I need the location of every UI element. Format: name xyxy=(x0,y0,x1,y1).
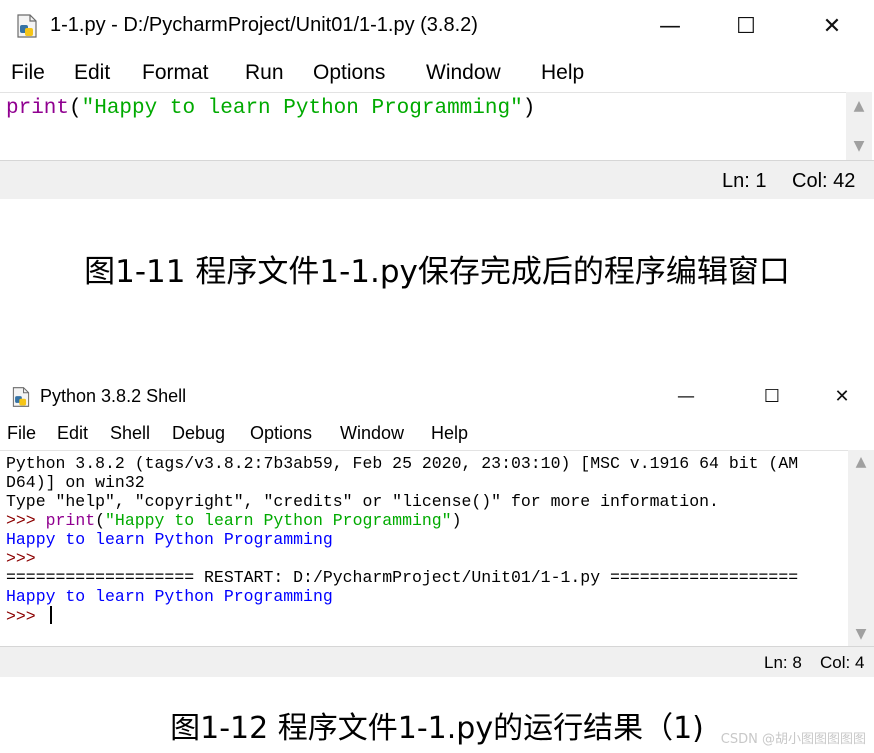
code-string: "Happy to learn Python Programming" xyxy=(105,511,452,530)
menu-file[interactable]: File xyxy=(11,61,45,85)
code-editor[interactable]: print("Happy to learn Python Programming… xyxy=(0,92,846,161)
menu-options[interactable]: Options xyxy=(313,61,385,85)
menu-file[interactable]: File xyxy=(7,423,36,444)
menu-edit[interactable]: Edit xyxy=(74,61,110,85)
command-line: >>> print("Happy to learn Python Program… xyxy=(6,511,462,530)
scroll-up-icon[interactable]: ▲ xyxy=(846,98,872,114)
menu-edit[interactable]: Edit xyxy=(57,423,88,444)
maximize-button[interactable]: ☐ xyxy=(724,10,768,44)
line-indicator: Ln: 8 xyxy=(764,653,802,672)
menu-window[interactable]: Window xyxy=(340,423,404,444)
watermark: CSDN @胡小图图图图图 xyxy=(720,732,866,747)
menu-format[interactable]: Format xyxy=(142,61,209,85)
close-button[interactable]: ✕ xyxy=(822,382,862,412)
shell-window: Python 3.8.2 Shell — ☐ ✕ File Edit Shell… xyxy=(0,378,874,678)
minimize-button[interactable]: — xyxy=(648,10,692,44)
maximize-button[interactable]: ☐ xyxy=(752,382,792,412)
code-paren-close: ) xyxy=(451,511,462,530)
restart-line: =================== RESTART: D:/PycharmP… xyxy=(6,568,799,587)
scroll-up-icon[interactable]: ▲ xyxy=(848,454,874,470)
output-line: Happy to learn Python Programming xyxy=(6,530,333,549)
line-indicator: Ln: 1 xyxy=(722,170,767,192)
banner-line: Python 3.8.2 (tags/v3.8.2:7b3ab59, Feb 2… xyxy=(6,454,799,473)
code-paren-open: ( xyxy=(95,511,106,530)
idle-file-icon xyxy=(17,14,37,38)
code-line: print("Happy to learn Python Programming… xyxy=(6,97,535,120)
status-bar: Ln: 1 Col: 42 xyxy=(0,160,874,199)
title-bar[interactable]: Python 3.8.2 Shell — ☐ ✕ xyxy=(0,378,874,416)
menu-window[interactable]: Window xyxy=(426,61,501,85)
menu-bar: File Edit Format Run Options Window Help xyxy=(0,58,874,90)
vertical-scrollbar[interactable]: ▲ ▼ xyxy=(848,450,874,646)
scroll-down-icon[interactable]: ▼ xyxy=(848,626,874,642)
editor-window: 1-1.py - D:/PycharmProject/Unit01/1-1.py… xyxy=(0,0,874,200)
code-keyword: print xyxy=(6,97,70,120)
menu-bar: File Edit Shell Debug Options Window Hel… xyxy=(0,420,874,448)
window-title: 1-1.py - D:/PycharmProject/Unit01/1-1.py… xyxy=(50,14,478,36)
column-indicator: Col: 42 xyxy=(792,170,856,192)
menu-debug[interactable]: Debug xyxy=(172,423,225,444)
figure-caption-1: 图1-11 程序文件1-1.py保存完成后的程序编辑窗口 xyxy=(84,254,790,290)
prompt: >>> xyxy=(6,511,46,530)
title-bar[interactable]: 1-1.py - D:/PycharmProject/Unit01/1-1.py… xyxy=(0,0,874,54)
status-bar: Ln: 8 Col: 4 xyxy=(0,646,874,677)
menu-help[interactable]: Help xyxy=(541,61,584,85)
close-button[interactable]: ✕ xyxy=(810,10,854,44)
idle-shell-icon xyxy=(12,387,30,407)
prompt: >>> xyxy=(6,607,46,626)
scroll-down-icon[interactable]: ▼ xyxy=(846,138,872,154)
shell-output[interactable]: Python 3.8.2 (tags/v3.8.2:7b3ab59, Feb 2… xyxy=(0,450,848,647)
input-line[interactable]: >>> xyxy=(6,606,52,626)
menu-help[interactable]: Help xyxy=(431,423,468,444)
code-string: "Happy to learn Python Programming" xyxy=(81,97,523,120)
banner-line: Type "help", "copyright", "credits" or "… xyxy=(6,492,719,511)
menu-shell[interactable]: Shell xyxy=(110,423,150,444)
code-paren-close: ) xyxy=(522,97,536,120)
prompt: >>> xyxy=(6,549,36,568)
output-line: Happy to learn Python Programming xyxy=(6,587,333,606)
banner-line: D64)] on win32 xyxy=(6,473,145,492)
vertical-scrollbar[interactable]: ▲ ▼ xyxy=(846,92,872,160)
menu-run[interactable]: Run xyxy=(245,61,284,85)
menu-options[interactable]: Options xyxy=(250,423,312,444)
code-keyword: print xyxy=(45,511,96,530)
window-title: Python 3.8.2 Shell xyxy=(40,386,187,406)
minimize-button[interactable]: — xyxy=(666,382,706,412)
column-indicator: Col: 4 xyxy=(820,653,865,672)
code-paren-open: ( xyxy=(69,97,82,120)
text-cursor xyxy=(49,606,52,624)
